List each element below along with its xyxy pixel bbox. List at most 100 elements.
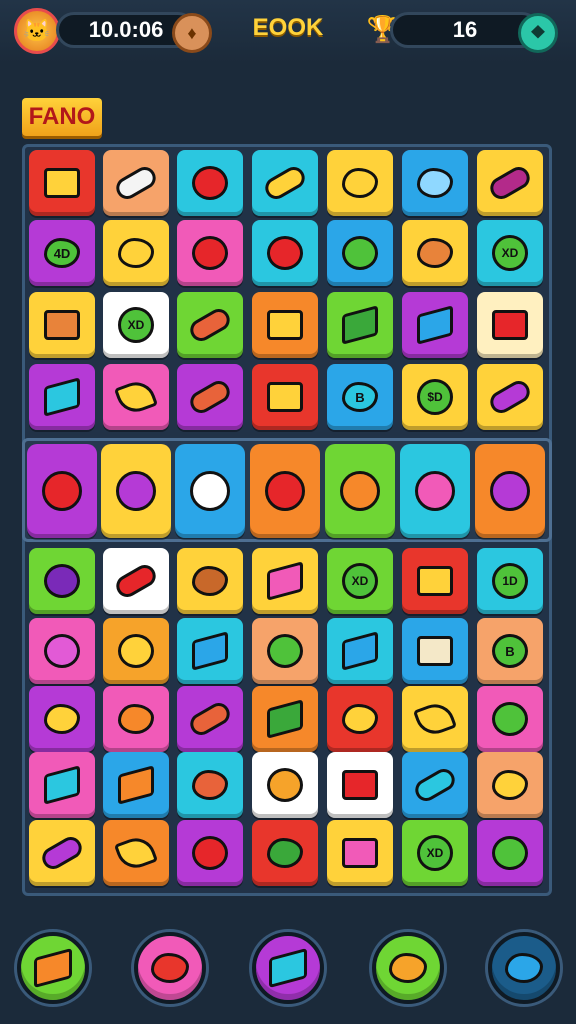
board-tile[interactable] xyxy=(103,686,169,752)
booster-button[interactable] xyxy=(134,932,206,1004)
board-tile[interactable]: XD xyxy=(402,820,468,886)
board-tile[interactable] xyxy=(103,150,169,216)
berry-icon xyxy=(492,310,528,340)
cheese-icon xyxy=(412,698,458,740)
board-tile[interactable] xyxy=(402,220,468,286)
board-tile[interactable] xyxy=(402,752,468,818)
board-tile[interactable] xyxy=(252,548,318,614)
special-tile[interactable] xyxy=(101,444,171,538)
board-tile[interactable] xyxy=(103,548,169,614)
special-tile[interactable] xyxy=(325,444,395,538)
apple-icon xyxy=(492,702,528,736)
token-icon: XD xyxy=(342,563,378,599)
tile-label: XD xyxy=(426,846,444,860)
board-tile[interactable] xyxy=(477,150,543,216)
block-icon xyxy=(342,305,378,345)
board-tile[interactable] xyxy=(29,752,95,818)
board-tile[interactable]: XD xyxy=(327,548,393,614)
board-tile[interactable] xyxy=(252,292,318,358)
token-icon: XD xyxy=(417,835,453,871)
coin-icon[interactable]: ♦ xyxy=(172,13,212,53)
board-tile[interactable] xyxy=(29,686,95,752)
booster-button[interactable] xyxy=(17,932,89,1004)
board-tile[interactable] xyxy=(327,618,393,684)
board-tile[interactable]: XD xyxy=(103,292,169,358)
board-tile[interactable]: $D xyxy=(402,364,468,430)
block-icon xyxy=(267,699,303,739)
board-tile[interactable] xyxy=(252,686,318,752)
board-tile[interactable] xyxy=(477,292,543,358)
board-tile[interactable] xyxy=(402,548,468,614)
candy-cube-icon xyxy=(267,561,303,601)
board-tile[interactable] xyxy=(103,820,169,886)
board-tile[interactable] xyxy=(327,150,393,216)
board-tile[interactable] xyxy=(29,364,95,430)
board-tile[interactable] xyxy=(29,618,95,684)
board-tile[interactable] xyxy=(327,752,393,818)
board-tile[interactable] xyxy=(252,752,318,818)
board-tile[interactable] xyxy=(402,150,468,216)
onion-icon xyxy=(190,471,230,511)
lollipop-icon xyxy=(42,471,82,511)
tomato-icon xyxy=(192,836,228,870)
strawberry-booster-icon xyxy=(151,953,189,983)
board-tile[interactable] xyxy=(327,220,393,286)
board-tile[interactable] xyxy=(402,686,468,752)
board-tile[interactable] xyxy=(177,618,243,684)
crate-icon xyxy=(417,566,453,596)
special-tile[interactable] xyxy=(400,444,470,538)
orange-icon xyxy=(267,768,303,802)
board-tile[interactable] xyxy=(252,820,318,886)
special-tile[interactable] xyxy=(27,444,97,538)
special-tile[interactable] xyxy=(175,444,245,538)
board-tile[interactable] xyxy=(103,618,169,684)
board-tile[interactable]: B xyxy=(327,364,393,430)
player-avatar[interactable]: 🐱 xyxy=(14,8,60,54)
board-tile[interactable] xyxy=(327,820,393,886)
special-tile[interactable] xyxy=(475,444,545,538)
leaf-action-button[interactable]: ⯁ xyxy=(518,13,558,53)
board-tile[interactable] xyxy=(177,548,243,614)
board-tile[interactable] xyxy=(177,150,243,216)
board-tile[interactable] xyxy=(103,364,169,430)
board-tile[interactable] xyxy=(252,364,318,430)
booster-button[interactable] xyxy=(488,932,560,1004)
special-tile[interactable] xyxy=(250,444,320,538)
board-tile[interactable] xyxy=(103,220,169,286)
board-tile[interactable] xyxy=(477,820,543,886)
board-tile[interactable]: XD xyxy=(477,220,543,286)
board-tile[interactable] xyxy=(477,364,543,430)
board-tile[interactable]: 1D xyxy=(477,548,543,614)
board-tile[interactable]: B xyxy=(477,618,543,684)
board-tile[interactable] xyxy=(402,618,468,684)
board-tile[interactable] xyxy=(252,220,318,286)
board-tile[interactable] xyxy=(29,150,95,216)
cheese-icon xyxy=(113,832,159,874)
booster-button[interactable] xyxy=(372,932,444,1004)
board-tile[interactable] xyxy=(252,618,318,684)
board-tile[interactable] xyxy=(177,292,243,358)
block-booster-icon xyxy=(269,947,307,989)
board-tile[interactable] xyxy=(177,752,243,818)
board-tile[interactable] xyxy=(402,292,468,358)
board-tile[interactable] xyxy=(177,364,243,430)
berry-icon xyxy=(118,704,154,734)
eggplant-icon xyxy=(486,162,534,204)
board-tile[interactable] xyxy=(327,292,393,358)
potato-icon xyxy=(192,566,228,596)
board-tile[interactable]: 4D xyxy=(29,220,95,286)
board-tile[interactable] xyxy=(29,548,95,614)
board-tile[interactable] xyxy=(177,686,243,752)
board-tile[interactable] xyxy=(177,220,243,286)
board-tile[interactable] xyxy=(252,150,318,216)
board-tile[interactable] xyxy=(477,686,543,752)
board-tile[interactable] xyxy=(29,292,95,358)
board-tile[interactable] xyxy=(477,752,543,818)
board-tile[interactable] xyxy=(327,686,393,752)
booster-button[interactable] xyxy=(252,932,324,1004)
board-tile[interactable] xyxy=(29,820,95,886)
board-tile[interactable] xyxy=(177,820,243,886)
tile-label: B xyxy=(505,643,515,659)
board-tile[interactable] xyxy=(103,752,169,818)
tile-label: XD xyxy=(501,246,519,260)
